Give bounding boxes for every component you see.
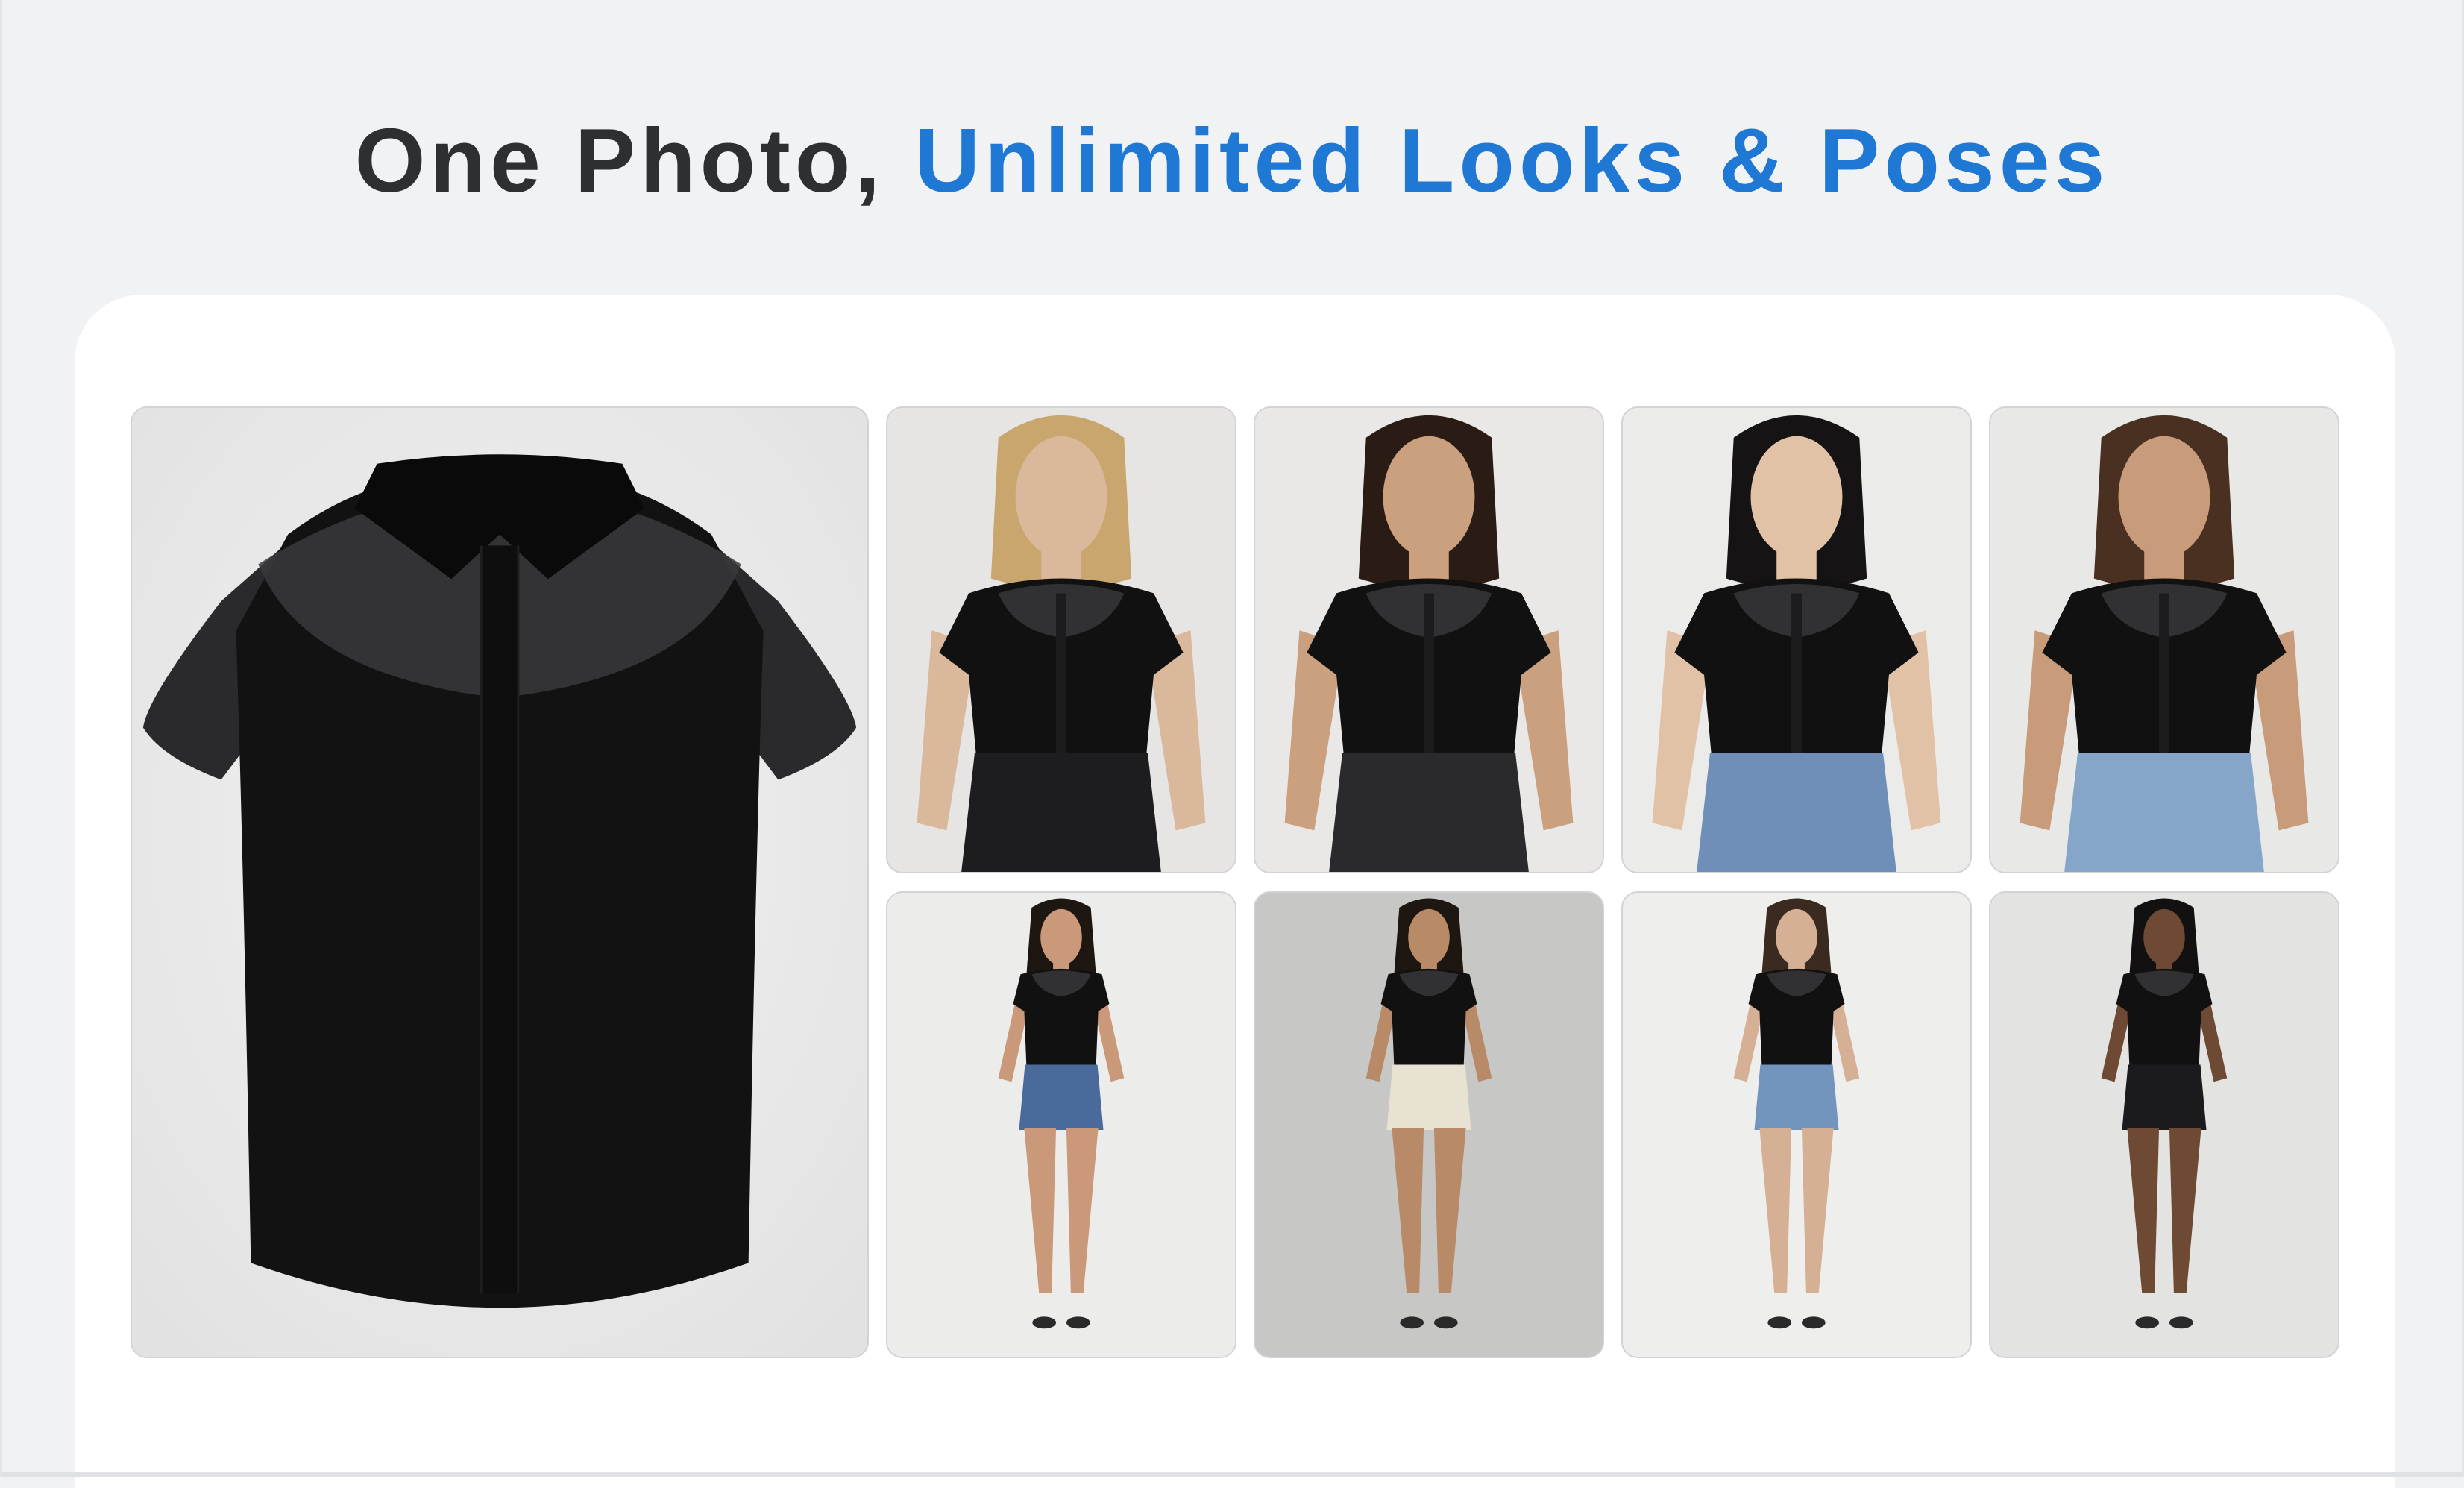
page: One Photo, Unlimited Looks & Poses (0, 0, 2464, 1488)
model-image (886, 406, 1236, 873)
model-figure (1255, 893, 1603, 1357)
headline: One Photo, Unlimited Looks & Poses (2, 104, 2462, 216)
model-figure (1990, 893, 2338, 1357)
product-image (131, 406, 869, 1358)
model-image (1621, 406, 1972, 873)
model-figure (1623, 408, 1970, 872)
model-image (1621, 891, 1972, 1358)
bottom-divider (2, 1472, 2462, 1477)
headline-part-accent: Unlimited Looks & Poses (914, 110, 2110, 211)
model-image (1989, 891, 2339, 1358)
model-figure (1255, 408, 1603, 872)
model-figure (1990, 408, 2338, 872)
model-image (1989, 406, 2339, 873)
blouse-illustration (132, 408, 867, 1357)
model-image (886, 891, 1236, 1358)
gallery-card (75, 295, 2395, 1488)
model-figure (887, 408, 1235, 872)
model-figure (1623, 893, 1970, 1357)
headline-part-dark: One Photo, (354, 110, 915, 211)
model-image (1254, 891, 1604, 1358)
model-image (1254, 406, 1604, 873)
model-figure (887, 893, 1235, 1357)
